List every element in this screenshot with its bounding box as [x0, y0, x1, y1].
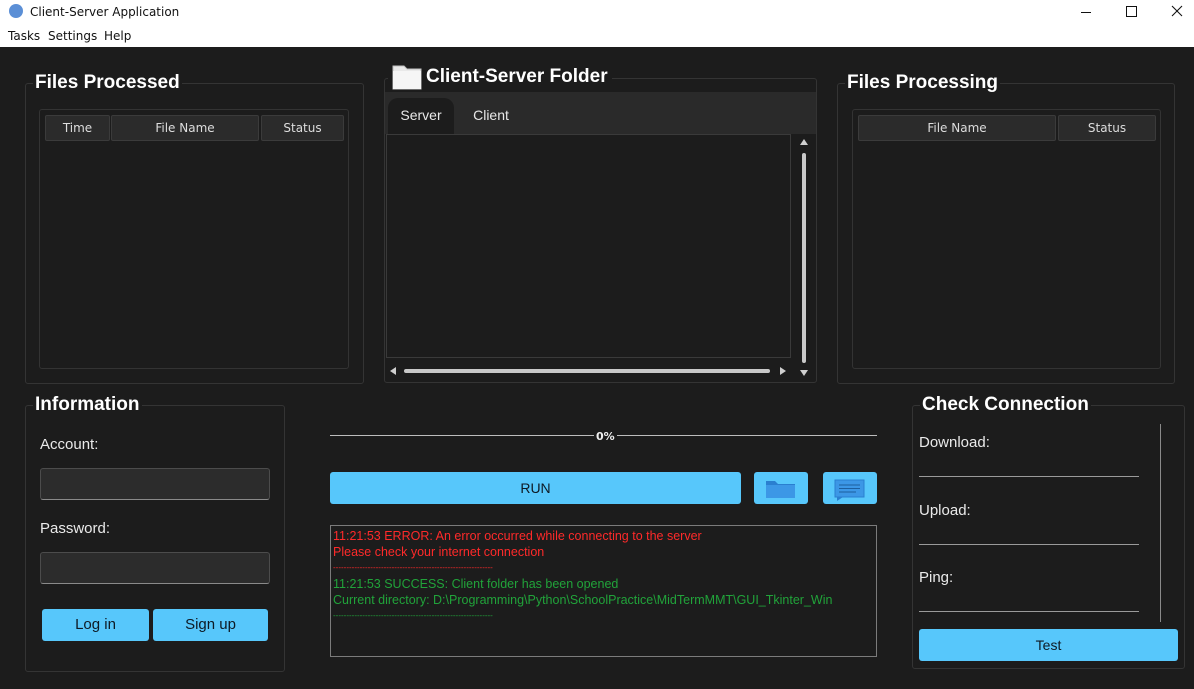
folder-icon [392, 65, 422, 90]
open-folder-button[interactable] [754, 472, 808, 504]
login-button[interactable]: Log in [42, 609, 149, 641]
minimize-icon [1081, 12, 1091, 13]
log-output[interactable]: 11:21:53 ERROR: An error occurred while … [330, 525, 877, 657]
password-input[interactable] [40, 552, 270, 584]
column-header-status[interactable]: Status [1058, 115, 1156, 141]
log-separator: ----------------------------------------… [333, 563, 493, 572]
log-line: 11:21:53 SUCCESS: Client folder has been… [333, 577, 619, 591]
progress-label: 0% [594, 430, 617, 443]
column-header-file-name[interactable]: File Name [111, 115, 259, 141]
ping-value [919, 593, 1139, 612]
menu-bar [0, 26, 1194, 47]
column-header-status[interactable]: Status [261, 115, 344, 141]
download-value [919, 458, 1139, 477]
password-label: Password: [40, 520, 111, 537]
ping-label: Ping: [919, 569, 954, 586]
folder-title: Client-Server Folder [426, 66, 612, 88]
log-line: 11:21:53 ERROR: An error occurred while … [333, 529, 702, 543]
app-icon [9, 4, 23, 18]
close-button[interactable] [1155, 0, 1194, 26]
account-label: Account: [40, 436, 99, 453]
log-line: Current directory: D:\Programming\Python… [333, 593, 833, 607]
log-separator: ----------------------------------------… [333, 611, 493, 620]
connection-divider [1160, 424, 1161, 622]
files-processed-table [39, 109, 349, 369]
close-icon [1171, 5, 1183, 17]
maximize-button[interactable] [1109, 0, 1155, 26]
run-button[interactable]: RUN [330, 472, 741, 504]
vertical-scrollbar[interactable] [797, 136, 811, 381]
menu-settings[interactable]: Settings [48, 29, 97, 43]
menu-help[interactable]: Help [104, 29, 131, 43]
information-title: Information [33, 394, 142, 416]
minimize-button[interactable] [1063, 0, 1109, 26]
tab-server[interactable]: Server [388, 98, 454, 134]
horizontal-scrollbar[interactable] [386, 364, 794, 378]
tab-client[interactable]: Client [458, 98, 524, 134]
message-icon [834, 479, 865, 501]
signup-button[interactable]: Sign up [153, 609, 268, 641]
files-processing-title: Files Processing [845, 72, 1001, 94]
files-processed-title: Files Processed [33, 72, 182, 94]
message-button[interactable] [823, 472, 877, 504]
column-header-file-name[interactable]: File Name [858, 115, 1056, 141]
test-button[interactable]: Test [919, 629, 1178, 661]
upload-value [919, 526, 1139, 545]
column-header-time[interactable]: Time [45, 115, 110, 141]
upload-label: Upload: [919, 502, 971, 519]
download-label: Download: [919, 434, 990, 451]
folder-content-area[interactable] [386, 134, 791, 358]
window-title: Client-Server Application [30, 5, 180, 19]
check-connection-title: Check Connection [920, 394, 1091, 416]
menu-tasks[interactable]: Tasks [8, 29, 40, 43]
open-folder-icon [766, 481, 795, 498]
account-input[interactable] [40, 468, 270, 500]
maximize-icon [1126, 6, 1137, 17]
log-line: Please check your internet connection [333, 545, 545, 559]
files-processing-table [852, 109, 1161, 369]
